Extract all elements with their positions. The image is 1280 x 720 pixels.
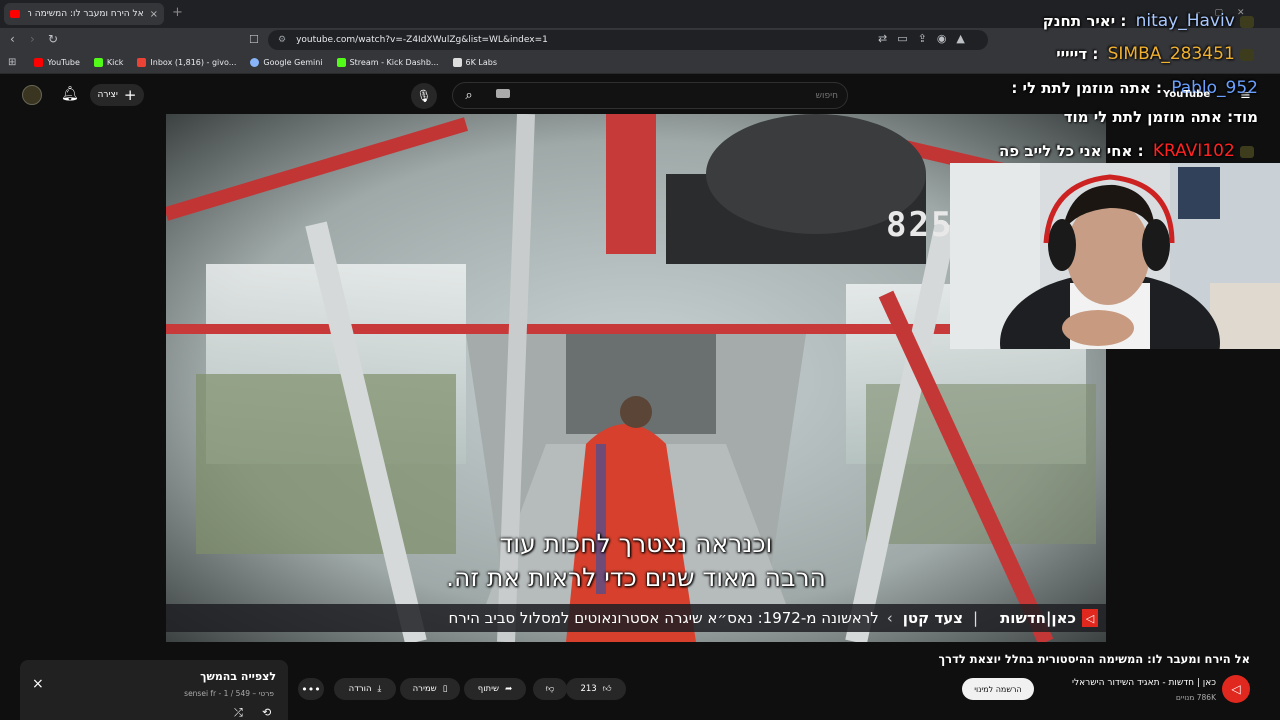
chat-username: KRAVI102 — [1152, 141, 1235, 161]
ticker-segment: צעד קטן — [902, 609, 963, 627]
keyboard-icon[interactable] — [496, 89, 510, 98]
forward-icon[interactable]: › — [30, 32, 35, 46]
extension-icons[interactable]: ⇄▭⇪◉▲ — [878, 32, 975, 45]
youtube-favicon-icon — [10, 10, 20, 18]
bookmark-inbox[interactable]: Inbox (1,816) - givo... — [137, 58, 236, 67]
playlist-meta: פרטי – sensei fr - 1 / 549 — [184, 689, 274, 698]
url-text: youtube.com/watch?v=-Z4IdXWulZg&list=WL&… — [296, 35, 548, 45]
subscriber-count: 786K מנויים — [1175, 693, 1216, 702]
save-label: שמירה — [412, 684, 437, 694]
more-actions-button[interactable]: ••• — [298, 678, 324, 700]
chat-message: KRAVI102 : אחי אני כל לייב פה — [999, 141, 1258, 161]
thumbs-up-icon: 👍︎ — [602, 684, 612, 694]
dislike-button[interactable]: 👎︎ — [533, 678, 567, 700]
chat-message: nitay_Haviv : יאיר תחנק — [1043, 11, 1258, 31]
bookmark-kick[interactable]: Kick — [93, 58, 123, 67]
subtitle-line-1: וכנראה נצטרך לחכות עוד — [499, 529, 773, 558]
bookmark-gemini[interactable]: Google Gemini — [250, 58, 323, 67]
news-ticker: ◁ כאן|חדשות | צעד קטן › לראשונה מ-1972: … — [166, 604, 1106, 632]
ticker-brand: כאן|חדשות — [1000, 609, 1076, 627]
chat-text: יאיר תחנק — [1042, 12, 1116, 30]
chat-text: מוד: אתה מוזמן לתת לי מוד — [1063, 108, 1258, 126]
ticker-headline: לראשונה מ-1972: נאס״א שיגרה אסטרונאוטים … — [448, 609, 879, 627]
thumbs-down-icon: 👎︎ — [545, 684, 555, 694]
chat-text: דייייי — [1056, 45, 1088, 63]
chat-badge-icon — [1240, 48, 1254, 61]
playlist-title[interactable]: לצפייה בהמשך — [110, 670, 276, 683]
webcam-image — [950, 163, 1280, 349]
bookmark-icon: ▯ — [442, 684, 448, 694]
chat-badge-icon — [1240, 145, 1254, 158]
channel-name[interactable]: כאן | חדשות - תאגיד השידור הישראלי — [1020, 678, 1216, 688]
tab-title: אל הירח ומעבר לו: המשימה ההיס — [28, 9, 144, 19]
save-button[interactable]: שמירה ▯ — [400, 678, 460, 700]
download-button[interactable]: הורדה ⤓ — [334, 678, 396, 700]
streamer-webcam — [950, 163, 1280, 349]
apps-icon[interactable]: ⊞ — [8, 57, 16, 68]
subtitle-line-2: הרבה מאוד שנים כדי לראות את זה. — [446, 563, 826, 592]
download-icon: ⤓ — [377, 684, 382, 694]
ticker-separator: | — [973, 609, 979, 627]
chat-text: אתה מוזמן לתת לי : — [1011, 79, 1151, 97]
search-icon[interactable]: ⌕ — [452, 82, 486, 109]
channel-avatar[interactable]: ◁ — [1222, 675, 1250, 703]
share-icon: ➦ — [505, 684, 513, 694]
ticker-chevron: › — [886, 609, 893, 627]
new-tab-button[interactable]: + — [172, 5, 183, 20]
user-avatar[interactable] — [22, 85, 42, 105]
chat-badge-icon — [1240, 15, 1254, 28]
like-count: 213 — [580, 684, 597, 694]
bookmark-youtube[interactable]: YouTube — [34, 58, 80, 67]
shuffle-icon[interactable]: ⤮ — [234, 706, 243, 720]
notifications-bell-icon[interactable]: 🔔︎ — [61, 86, 79, 102]
plus-icon: + — [123, 86, 137, 104]
loop-icon[interactable]: ⟲ — [262, 706, 271, 719]
bookmark-kick-dashboard[interactable]: Stream - Kick Dashb... — [336, 58, 439, 67]
chat-text: אחי אני כל לייב פה — [998, 142, 1133, 160]
share-label: שיתוף — [477, 684, 500, 694]
chat-username: SIMBA_283451 — [1107, 44, 1235, 64]
create-button[interactable]: יצירה + — [90, 84, 144, 106]
share-button[interactable]: שיתוף ➦ — [464, 678, 526, 700]
site-info-icon[interactable]: ⚙ — [278, 35, 286, 45]
search-input[interactable] — [520, 84, 838, 107]
chat-username: nitay_Haviv — [1135, 11, 1235, 31]
chat-message: מוד: אתה מוזמן לתת לי מוד — [1064, 108, 1258, 126]
chat-message: Pablo_952 : אתה מוזמן לתת לי : — [1011, 78, 1258, 98]
playlist-close-icon[interactable]: × — [32, 676, 44, 692]
kan-logo-icon: ◁ — [1082, 609, 1098, 627]
download-label: הורדה — [348, 684, 372, 694]
bookmark-6k-labs[interactable]: 6K Labs — [452, 58, 497, 67]
voice-search-mic-icon[interactable]: 🎙︎ — [411, 83, 437, 109]
create-label: יצירה — [97, 90, 118, 100]
browser-tab[interactable]: אל הירח ומעבר לו: המשימה ההיס × — [4, 3, 164, 25]
chat-message: SIMBA_283451 : דייייי — [1056, 44, 1258, 64]
reload-icon[interactable]: ↻ — [48, 32, 58, 46]
countdown-readout: 825 — [886, 205, 954, 245]
bookmark-page-icon[interactable]: ☐ — [249, 33, 259, 46]
back-icon[interactable]: ‹ — [10, 32, 15, 46]
youtube-logo[interactable]: YouTube — [1163, 89, 1210, 100]
video-title: אל הירח ומעבר לו: המשימה ההיסטורית בחלל … — [938, 652, 1251, 666]
subscribe-button[interactable]: הרשמה למינוי — [962, 678, 1034, 700]
like-button[interactable]: 213 👍︎ — [566, 678, 626, 700]
tab-close-icon[interactable]: × — [150, 9, 158, 20]
